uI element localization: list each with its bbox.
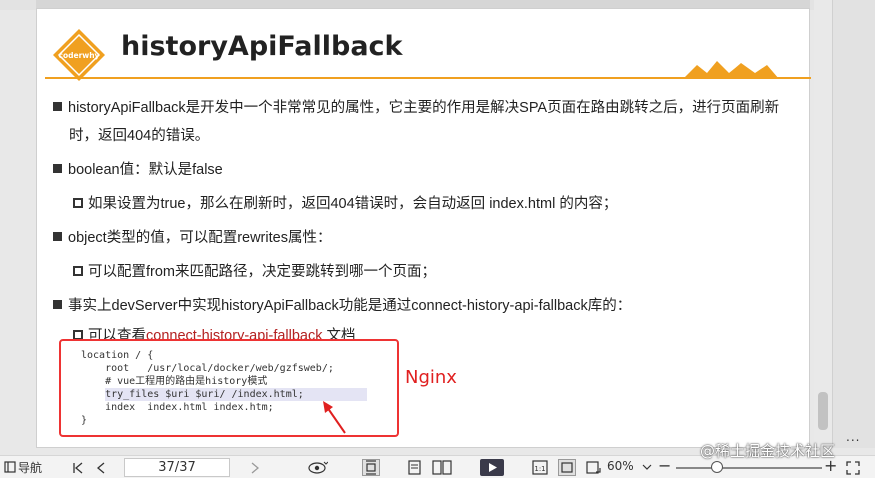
bullet-1: historyApiFallback是开发中一个非常常见的属性，它主要的作用是解…	[53, 97, 779, 119]
code-block: location / { root /usr/local/docker/web/…	[81, 349, 334, 427]
fit-width-icon[interactable]	[586, 460, 602, 475]
zoom-dropdown-chevron-down-icon[interactable]	[642, 464, 652, 470]
bullet-1-text-line2: 时，返回404的错误。	[69, 128, 210, 144]
fullscreen-icon[interactable]	[846, 461, 860, 475]
sub-bullet-2-text: 可以配置from来匹配路径，决定要跳转到哪一个页面；	[88, 264, 436, 280]
scrollbar-thumb[interactable]	[818, 392, 828, 430]
right-side-panel	[832, 0, 875, 448]
previous-slide-edge	[36, 0, 810, 8]
more-options-icon[interactable]: ...	[846, 430, 860, 444]
square-bullet-icon	[53, 102, 62, 111]
single-page-view-icon[interactable]	[362, 459, 380, 476]
code-line: location / {	[81, 350, 154, 361]
bullet-4-text: 事实上devServer中实现historyApiFallback功能是通过co…	[68, 298, 632, 314]
vertical-scrollbar[interactable]	[814, 0, 832, 448]
bullet-4: 事实上devServer中实现historyApiFallback功能是通过co…	[53, 295, 631, 317]
red-arrow-icon	[323, 401, 346, 434]
mountain-decoration-icon	[683, 61, 779, 79]
nav-label[interactable]: 导航	[18, 459, 42, 476]
zoom-slider-track[interactable]	[676, 467, 822, 469]
bullet-2: boolean值：默认是false	[53, 159, 223, 181]
bullet-2-text: boolean值：默认是false	[68, 162, 223, 178]
zoom-value[interactable]: 60%	[607, 459, 634, 473]
sub-bullet-1: 如果设置为true，那么在刷新时，返回404错误时，会自动返回 index.ht…	[73, 193, 617, 215]
square-bullet-icon	[53, 232, 62, 241]
document-viewer: coderwhy historyApiFallback historyApiFa…	[0, 0, 875, 478]
nginx-annotation: Nginx	[405, 367, 457, 388]
watermark: @稀土掘金技术社区	[700, 442, 836, 460]
sub-bullet-2: 可以配置from来匹配路径，决定要跳转到哪一个页面；	[73, 261, 436, 283]
bullet-3: object类型的值，可以配置rewrites属性：	[53, 227, 331, 249]
code-line: index index.html index.htm;	[81, 402, 274, 413]
bullet-1-text: historyApiFallback是开发中一个非常常见的属性，它主要的作用是解…	[68, 100, 780, 116]
code-line-highlighted: try_files $uri $uri/ /index.html;	[81, 389, 304, 400]
square-bullet-icon	[53, 164, 62, 173]
logo-text: coderwhy	[59, 51, 100, 60]
code-line: root /usr/local/docker/web/gzfsweb/;	[81, 363, 334, 374]
coderwhy-logo-icon: coderwhy	[53, 29, 105, 81]
zoom-out-icon[interactable]: −	[658, 456, 671, 475]
bullet-1-continued: 时，返回404的错误。	[69, 125, 209, 147]
document-view-icon[interactable]	[408, 460, 422, 475]
nginx-code-box: location / { root /usr/local/docker/web/…	[59, 339, 399, 437]
hollow-square-bullet-icon	[73, 266, 83, 276]
code-line: # vue工程用的路由是history模式	[81, 376, 268, 387]
play-slideshow-icon[interactable]	[480, 459, 504, 476]
title-divider	[45, 77, 811, 79]
previous-page-icon[interactable]	[96, 462, 106, 474]
slide-title: historyApiFallback	[121, 31, 403, 62]
navigation-panel-icon[interactable]	[4, 461, 16, 473]
eye-view-icon[interactable]	[308, 460, 328, 474]
two-page-view-icon[interactable]	[432, 460, 452, 475]
bullet-3-text: object类型的值，可以配置rewrites属性：	[68, 230, 332, 246]
slide-page: coderwhy historyApiFallback historyApiFa…	[36, 8, 811, 448]
page-number-input[interactable]: 37/37	[124, 458, 230, 477]
next-page-icon[interactable]	[250, 462, 260, 474]
actual-size-icon[interactable]: 1:1	[532, 460, 548, 475]
zoom-slider-handle[interactable]	[711, 461, 723, 473]
hollow-square-bullet-icon	[73, 198, 83, 208]
sub-bullet-1-text: 如果设置为true，那么在刷新时，返回404错误时，会自动返回 index.ht…	[88, 196, 618, 212]
fit-page-icon[interactable]	[558, 459, 576, 476]
square-bullet-icon	[53, 300, 62, 309]
svg-text:1:1: 1:1	[534, 465, 545, 473]
first-page-icon[interactable]	[72, 462, 84, 474]
code-line: }	[81, 415, 88, 426]
